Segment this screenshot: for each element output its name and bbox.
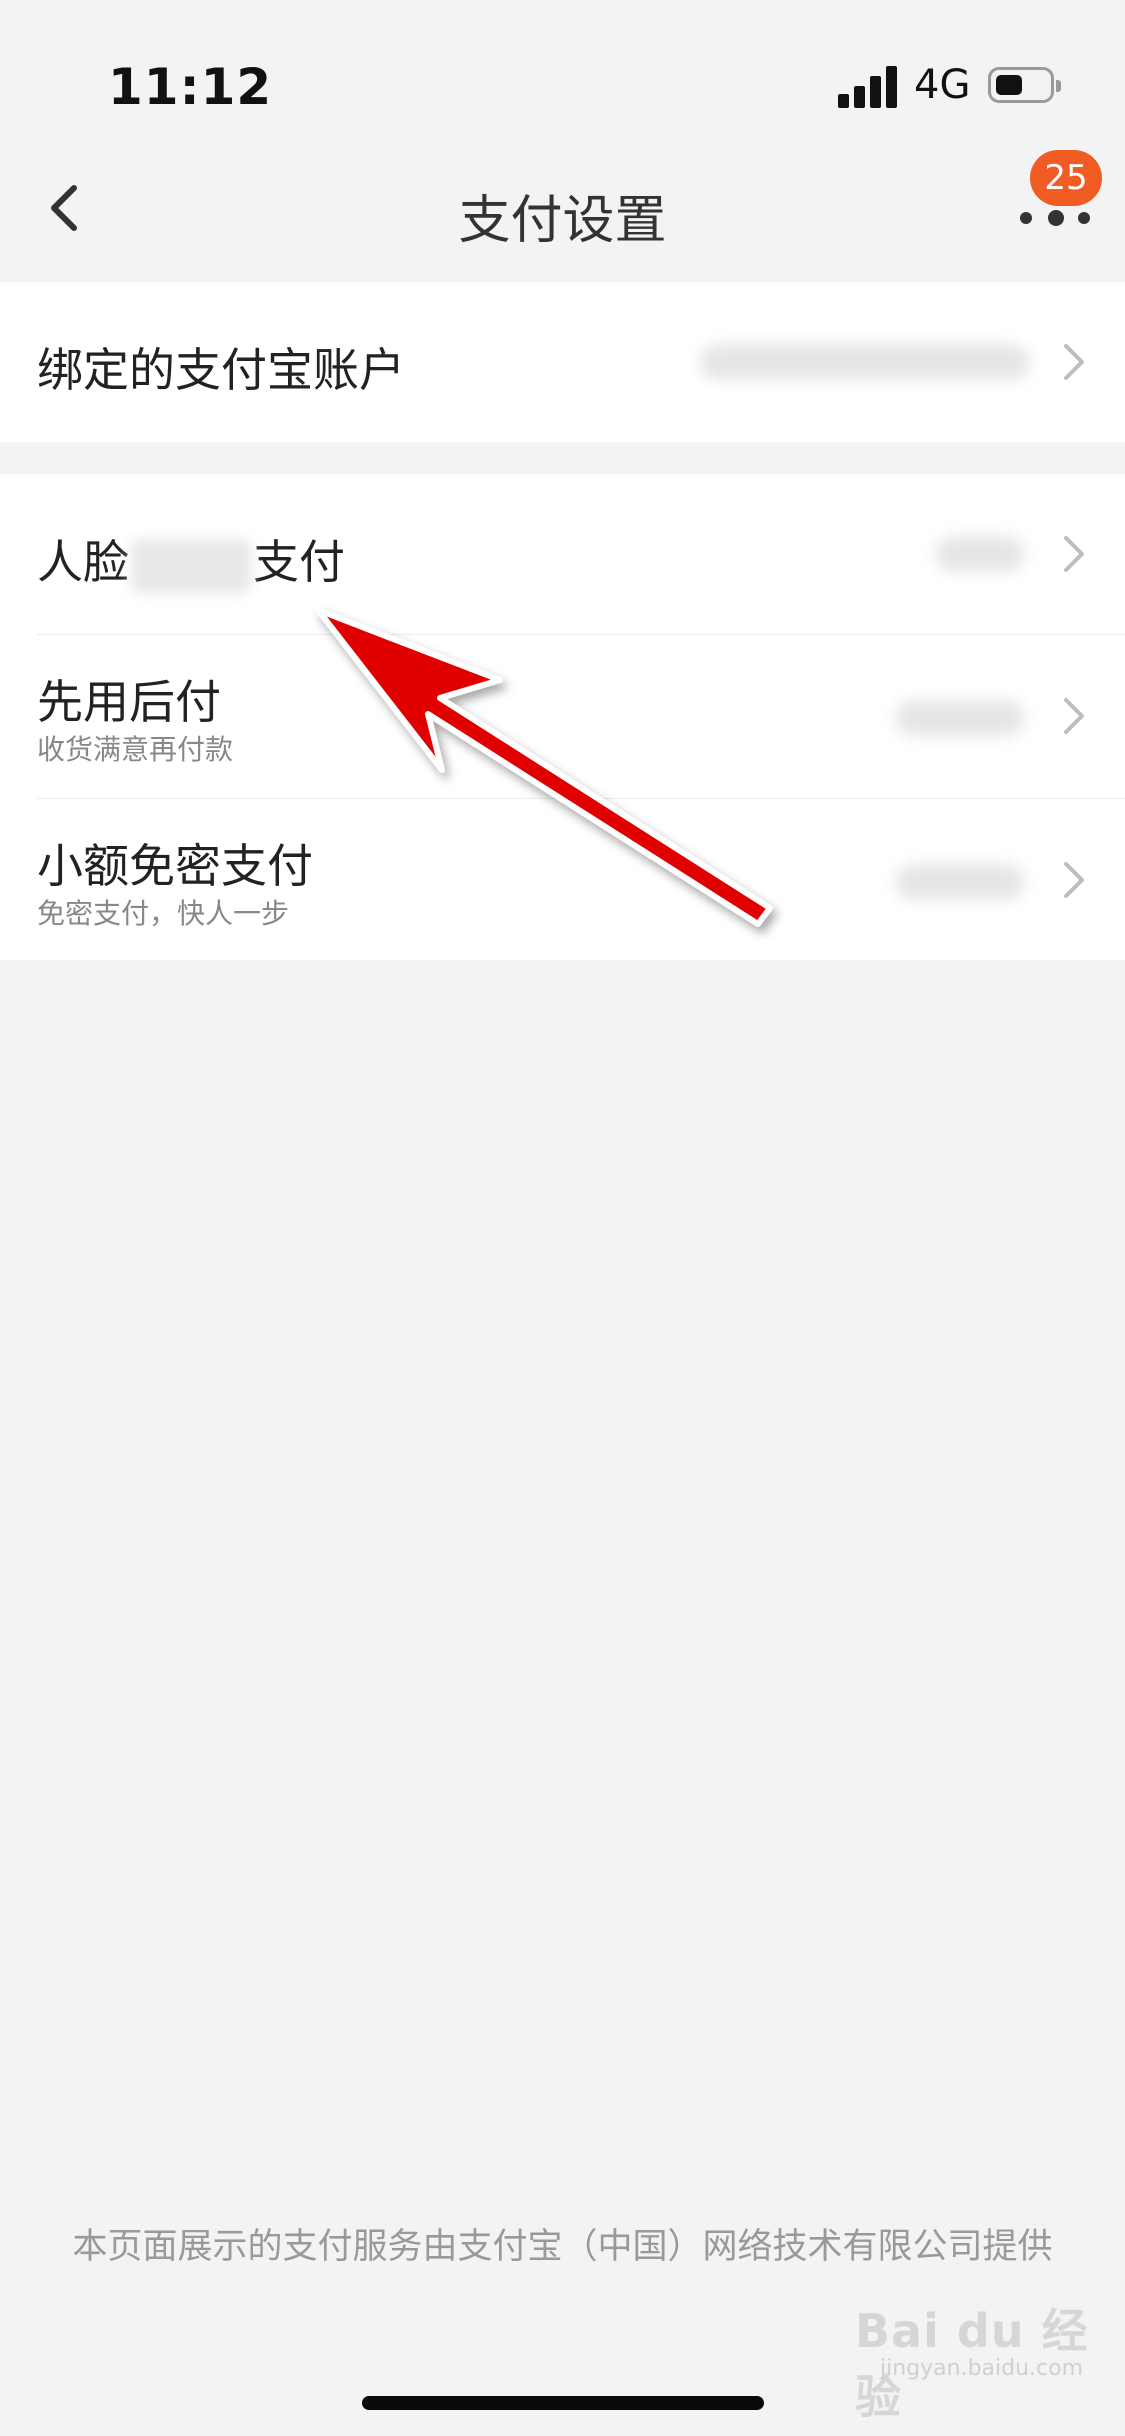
- account-group: 绑定的支付宝账户: [0, 282, 1125, 442]
- small-amount-status-blurred: [895, 864, 1025, 900]
- status-time: 11:12: [108, 58, 273, 116]
- small-amount-label: 小额免密支付: [37, 839, 313, 893]
- face-pay-status-blurred: [935, 536, 1025, 572]
- alipay-account-label: 绑定的支付宝账户: [37, 343, 405, 397]
- chevron-right-icon: [1064, 698, 1084, 734]
- small-amount-subtitle: 免密支付，快人一步: [37, 897, 290, 930]
- annotation-arrow: [315, 607, 773, 927]
- status-bar: 11:12 4G: [0, 0, 1125, 140]
- battery-icon: [988, 67, 1061, 103]
- network-type: 4G: [914, 62, 971, 108]
- face-pay-label: 人脸 支付: [37, 526, 345, 593]
- pay-later-subtitle: 收货满意再付款: [37, 733, 234, 766]
- chevron-right-icon: [1064, 344, 1084, 380]
- notification-badge: 25: [1030, 150, 1102, 206]
- watermark-url: jingyan.baidu.com: [880, 2356, 1084, 2381]
- chevron-right-icon: [1064, 536, 1084, 572]
- chevron-right-icon: [1064, 862, 1084, 898]
- home-indicator[interactable]: [362, 2396, 764, 2410]
- page-title: 支付设置: [458, 191, 667, 251]
- account-value-blurred: [700, 344, 1030, 380]
- blurred-text: [131, 538, 251, 593]
- pay-later-status-blurred: [895, 700, 1025, 736]
- signal-icon: [838, 66, 900, 108]
- alipay-account-row[interactable]: 绑定的支付宝账户: [0, 282, 1125, 442]
- footer-note: 本页面展示的支付服务由支付宝（中国）网络技术有限公司提供: [72, 2227, 1053, 2267]
- more-dots-icon[interactable]: [1020, 202, 1090, 232]
- pay-later-label: 先用后付: [37, 675, 221, 729]
- nav-bar: 支付设置 25: [0, 140, 1125, 282]
